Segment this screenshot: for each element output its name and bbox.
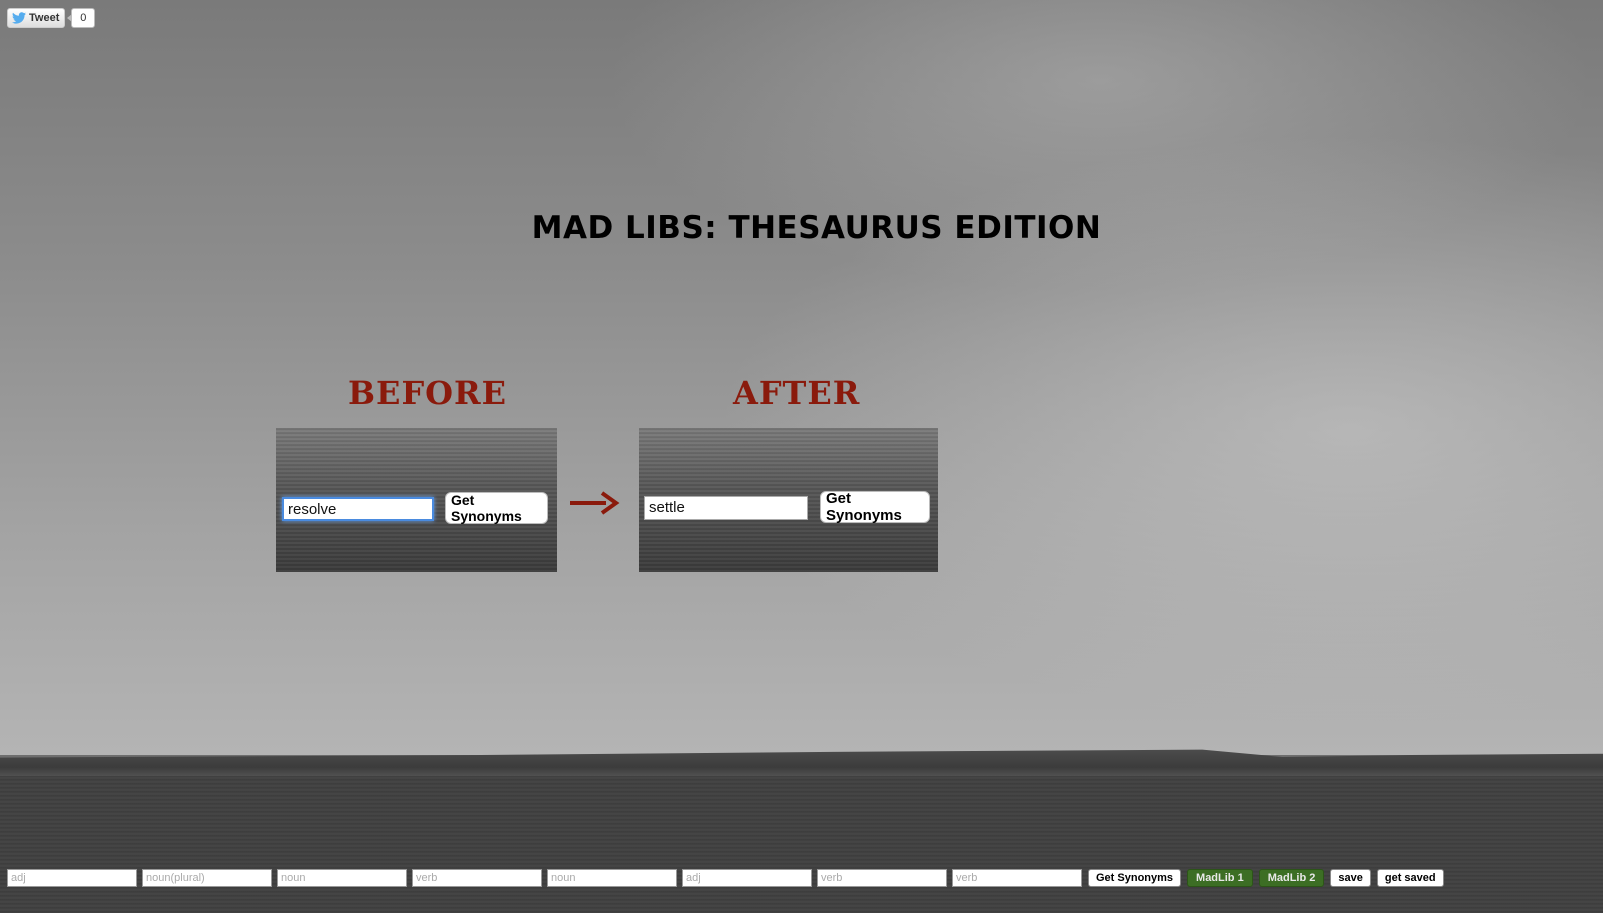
word-field-verb-3[interactable] [952,869,1082,887]
word-field-adj-1[interactable] [7,869,137,887]
before-example-input: resolve [282,497,434,521]
after-example-button-label: Get Synonyms [826,490,902,524]
get-synonyms-button[interactable]: Get Synonyms [1088,869,1182,887]
tweet-widget: Tweet 0 [7,8,96,28]
word-field-verb-1[interactable] [412,869,542,887]
madlib-form: Get Synonyms MadLib 1 MadLib 2 save get … [7,868,1449,888]
madlib-2-button[interactable]: MadLib 2 [1258,869,1325,887]
before-example-image: resolve Get Synonyms [276,428,557,572]
after-example-image: settle Get Synonyms [639,428,938,572]
after-example-input: settle [644,496,808,520]
before-example-button-label: Get Synonyms [451,492,522,524]
word-field-verb-2[interactable] [817,869,947,887]
arrow-icon [570,491,620,515]
after-heading: AFTER [733,374,861,412]
word-field-noun-2[interactable] [547,869,677,887]
get-saved-button[interactable]: get saved [1376,869,1444,887]
word-field-noun-1[interactable] [277,869,407,887]
after-example-button: Get Synonyms [820,490,930,524]
word-field-noun-plural[interactable] [142,869,272,887]
tweet-count: 0 [67,8,96,28]
background-water [0,776,1603,913]
before-example-button: Get Synonyms [445,492,548,524]
twitter-bird-icon [12,12,26,24]
tweet-button[interactable]: Tweet [7,8,66,28]
tweet-label: Tweet [29,12,60,24]
madlib-1-button[interactable]: MadLib 1 [1187,869,1253,887]
before-heading: BEFORE [348,374,508,412]
save-button[interactable]: save [1330,869,1371,887]
page-title: MAD LIBS: THESAURUS EDITION [531,210,1102,246]
word-field-adj-2[interactable] [682,869,812,887]
